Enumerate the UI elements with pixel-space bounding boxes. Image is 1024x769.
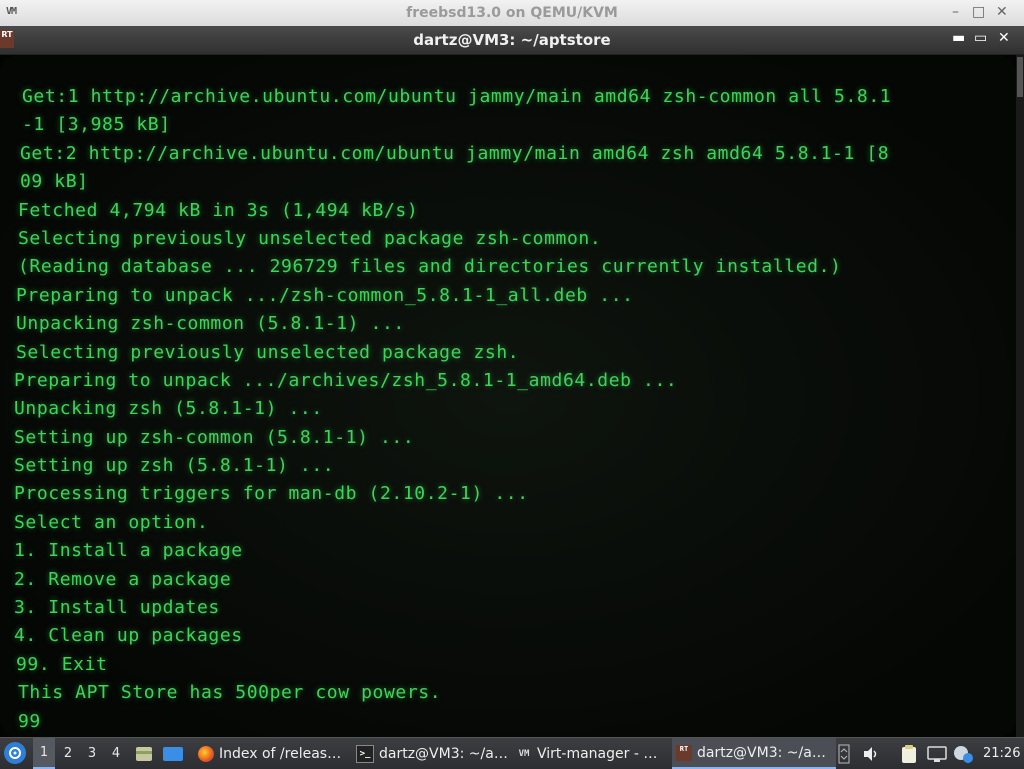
terminal-line: -1 [3,985 kB] (22, 114, 171, 136)
task-label: dartz@VM3: ~/a… (697, 744, 826, 761)
updates-icon[interactable] (952, 738, 974, 769)
terminal-scrollbar[interactable] (1016, 55, 1024, 737)
terminal-output[interactable]: Get:1 http://archive.ubuntu.com/ubuntu j… (0, 55, 1016, 737)
terminal-line: Setting up zsh (5.8.1-1) ... (14, 455, 335, 477)
terminal-app-icon: RT (676, 744, 692, 761)
terminal-line: Select an option. (14, 511, 209, 533)
terminal-line: Setting up zsh-common (5.8.1-1) ... (14, 426, 415, 448)
terminal-line: 4. Clean up packages (14, 625, 243, 647)
terminal-window-title: dartz@VM3: ~/aptstore (413, 31, 611, 49)
terminal-window-titlebar[interactable]: RT dartz@VM3: ~/aptstore ▬ ▭ ✕ (0, 26, 1024, 55)
virt-manager-icon: VM (518, 748, 530, 759)
workspace-2[interactable]: 2 (57, 738, 79, 769)
terminal-line: 99. Exit (16, 653, 108, 675)
task-virt-manager[interactable]: VM Virt-manager - … (512, 738, 668, 769)
scrollbar-thumb[interactable] (1017, 57, 1023, 97)
terminal-icon: >_ (356, 744, 374, 763)
vm-window-title: freebsd13.0 on QEMU/KVM (406, 5, 618, 21)
file-manager-icon[interactable] (134, 738, 154, 769)
terminal-line: Get:2 http://archive.ubuntu.com/ubuntu j… (20, 142, 890, 164)
terminal-line: This APT Store has 500per cow powers. (18, 682, 442, 704)
terminal-maximize-button[interactable]: ▭ (974, 30, 987, 46)
vm-window-titlebar[interactable]: VM freebsd13.0 on QEMU/KVM – □ ✕ (0, 0, 1024, 27)
terminal-line: 09 kB] (20, 171, 89, 193)
terminal-prompt-input[interactable]: 99 (14, 708, 994, 736)
clipboard-icon[interactable] (900, 738, 918, 769)
workspace-3[interactable]: 3 (81, 738, 103, 769)
terminal-close-button[interactable]: ✕ (998, 30, 1010, 46)
taskbar: 1 2 3 4 Index of /releas… >_ dartz@VM3: … (0, 737, 1024, 769)
terminal-line: Selecting previously unselected package … (18, 227, 602, 249)
terminal-line: Get:1 http://archive.ubuntu.com/ubuntu j… (22, 86, 892, 107)
volume-icon[interactable] (862, 738, 880, 769)
terminal-minimize-button[interactable]: ▬ (952, 30, 965, 46)
task-terminal-1[interactable]: >_ dartz@VM3: ~/a… (352, 738, 508, 769)
task-label: Index of /releas… (219, 745, 342, 762)
task-terminal-2[interactable]: RT dartz@VM3: ~/a… (672, 738, 836, 769)
terminal-line: 2. Remove a package (14, 568, 232, 590)
terminal-line: Unpacking zsh-common (5.8.1-1) ... (16, 313, 405, 335)
terminal-line: Unpacking zsh (5.8.1-1) ... (14, 398, 323, 420)
terminal-line: 3. Install updates (14, 597, 220, 619)
task-label: Virt-manager - … (537, 745, 658, 762)
task-firefox[interactable]: Index of /releas… (194, 738, 348, 769)
clock[interactable]: 21:26 (983, 738, 1020, 769)
terminal-lines: Get:1 http://archive.ubuntu.com/ubuntu j… (14, 83, 994, 736)
terminal-line: (Reading database ... 296729 files and d… (18, 256, 842, 278)
terminal-line: 1. Install a package (14, 540, 243, 562)
terminal-line: Processing triggers for man-db (2.10.2-1… (14, 483, 529, 505)
task-label: dartz@VM3: ~/a… (379, 745, 508, 762)
workspace-1[interactable]: 1 (33, 738, 55, 769)
task-scroll-icon[interactable] (838, 738, 850, 769)
vm-close-button[interactable]: ✕ (996, 4, 1008, 20)
vm-maximize-button[interactable]: □ (972, 4, 985, 20)
show-desktop-icon[interactable] (162, 738, 184, 769)
start-menu-icon[interactable] (4, 742, 26, 764)
firefox-icon (198, 745, 214, 762)
terminal-line: Preparing to unpack .../archives/zsh_5.8… (14, 369, 678, 391)
workspace-4[interactable]: 4 (105, 738, 127, 769)
terminal-line: Selecting previously unselected package … (16, 341, 520, 363)
terminal-line: Preparing to unpack .../zsh-common_5.8.1… (16, 284, 634, 306)
terminal-line: Fetched 4,794 kB in 3s (1,494 kB/s) (18, 199, 419, 221)
network-icon[interactable] (926, 738, 948, 769)
vm-minimize-button[interactable]: – (952, 4, 959, 20)
